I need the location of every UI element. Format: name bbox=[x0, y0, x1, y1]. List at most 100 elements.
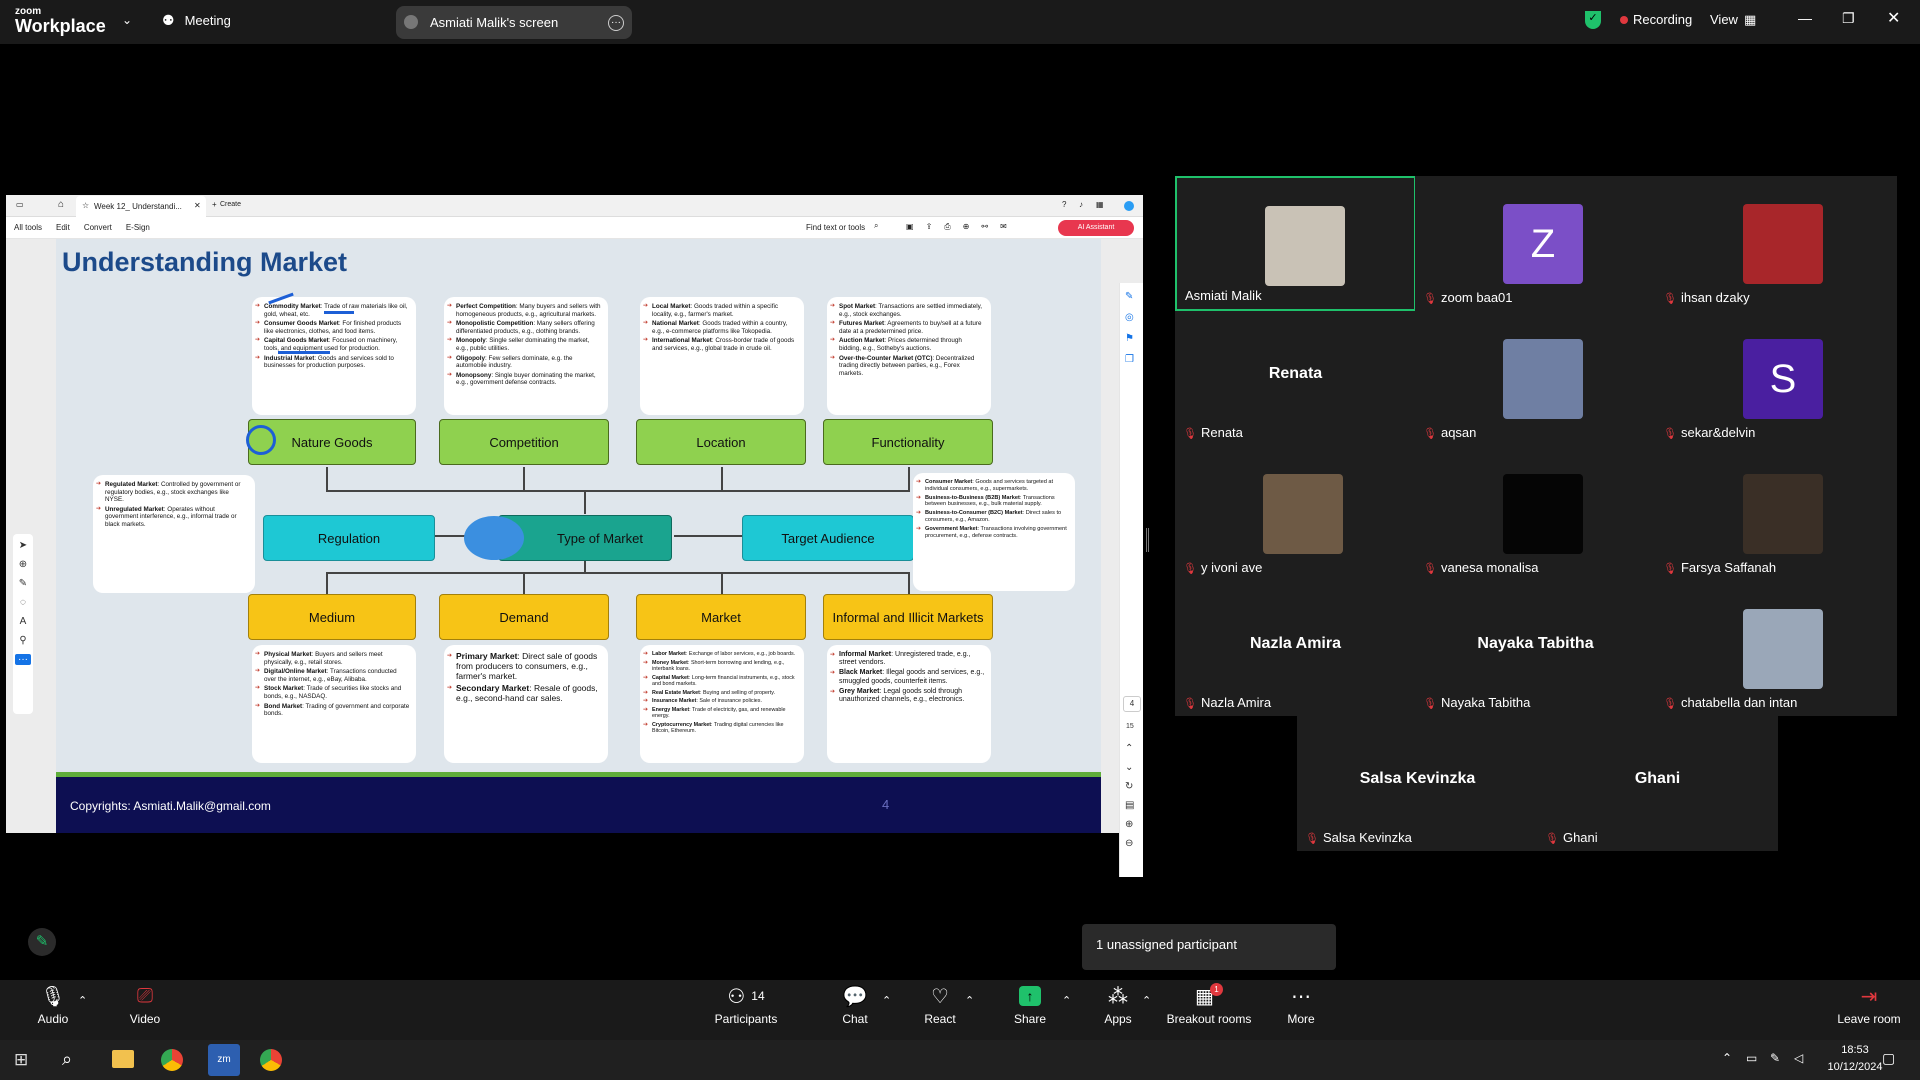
unassigned-participant-tooltip[interactable]: 1 unassigned participant bbox=[1082, 924, 1336, 970]
edit-icon[interactable]: ✎ bbox=[1125, 291, 1134, 302]
close-icon[interactable]: ✕ bbox=[1887, 8, 1900, 28]
note-term: International Market bbox=[652, 337, 712, 345]
participant-tile[interactable]: 🎙 chatabella dan intan bbox=[1655, 581, 1896, 716]
create-button[interactable]: Create bbox=[220, 201, 241, 208]
text-icon[interactable]: A bbox=[20, 616, 27, 627]
sidebar-toggle-icon[interactable]: ▭ bbox=[16, 200, 24, 209]
participant-tile[interactable]: Asmiati Malik bbox=[1175, 176, 1416, 311]
clock-date[interactable]: 10/12/2024 bbox=[1820, 1061, 1890, 1073]
help-icon[interactable]: ? bbox=[1062, 200, 1066, 209]
participant-tile[interactable]: Nayaka Tabitha 🎙 Nayaka Tabitha bbox=[1415, 581, 1656, 716]
share-label: Share bbox=[1013, 1012, 1047, 1026]
participant-tile[interactable]: 🎙 y ivoni ave bbox=[1175, 446, 1416, 581]
screen-share-indicator[interactable]: Asmiati Malik's screen ··· bbox=[396, 6, 632, 39]
participants-button[interactable]: ⚇ 14 Participants bbox=[712, 980, 780, 1040]
ai-assistant-button[interactable]: AI Assistant bbox=[1058, 220, 1134, 236]
leave-room-button[interactable]: ⇥ Leave room bbox=[1833, 980, 1905, 1040]
pen-tray-icon[interactable]: ✎ bbox=[1770, 1051, 1780, 1065]
refresh-icon[interactable]: ↻ bbox=[1125, 781, 1134, 792]
bookmark-icon[interactable]: ⚑ bbox=[1125, 333, 1134, 344]
pen-icon[interactable]: ✎ bbox=[19, 578, 27, 589]
restore-icon[interactable]: ❐ bbox=[1842, 10, 1855, 27]
save-icon[interactable]: ▣ bbox=[906, 222, 914, 232]
note-term: Government Market bbox=[925, 525, 978, 532]
tab-document[interactable]: ☆ Week 12_ Understandi... ✕ bbox=[76, 196, 206, 217]
menu-convert[interactable]: Convert bbox=[84, 223, 112, 232]
more-button[interactable]: ⋯ More bbox=[1276, 980, 1326, 1040]
document-icon[interactable]: ▤ bbox=[1125, 800, 1134, 811]
participant-tile[interactable]: 🎙 vanesa monalisa bbox=[1415, 446, 1656, 581]
video-button[interactable]: ⎚ Video bbox=[118, 980, 172, 1040]
participant-tile[interactable]: Z 🎙 zoom baa01 bbox=[1415, 176, 1656, 311]
chevron-up-icon[interactable]: ⌃ bbox=[78, 994, 87, 1007]
chevron-down-icon[interactable]: ⌄ bbox=[1125, 762, 1134, 773]
react-button[interactable]: ♡ React bbox=[915, 980, 965, 1040]
zoom-out-icon[interactable]: ⊖ bbox=[1125, 838, 1134, 849]
menu-edit[interactable]: Edit bbox=[56, 223, 70, 232]
file-explorer-icon[interactable] bbox=[112, 1050, 134, 1068]
chevron-down-icon[interactable]: ⌄ bbox=[122, 13, 132, 27]
bell-icon[interactable]: ♪ bbox=[1079, 200, 1083, 209]
windows-start-icon[interactable]: ⊞ bbox=[14, 1050, 28, 1070]
stamp-icon[interactable]: ⚲ bbox=[19, 635, 26, 646]
chevron-up-icon[interactable]: ⌃ bbox=[1125, 743, 1134, 754]
apps-icon[interactable]: ▦ bbox=[1096, 200, 1104, 209]
zoom-icon[interactable]: ⊕ bbox=[19, 559, 27, 570]
profile-icon[interactable] bbox=[1124, 201, 1134, 211]
chevron-up-icon[interactable]: ⌃ bbox=[1142, 994, 1151, 1007]
participant-tile[interactable]: Ghani 🎙 Ghani bbox=[1537, 716, 1778, 851]
notifications-icon[interactable]: ▢ bbox=[1882, 1050, 1895, 1067]
participant-tile[interactable]: Nazla Amira 🎙 Nazla Amira bbox=[1175, 581, 1416, 716]
page-input[interactable]: 4 bbox=[1123, 696, 1141, 712]
zoom-app-icon[interactable]: zm bbox=[208, 1044, 240, 1076]
share-icon[interactable]: ⊕ bbox=[963, 222, 970, 232]
lasso-icon[interactable]: ◌ bbox=[20, 597, 26, 608]
audio-button[interactable]: 🎙 Audio bbox=[26, 980, 80, 1040]
participant-tile[interactable]: 🎙 ihsan dzaky bbox=[1655, 176, 1896, 311]
location-box: Location bbox=[636, 419, 806, 465]
recording-label[interactable]: Recording bbox=[1633, 12, 1692, 27]
chrome-icon[interactable] bbox=[161, 1049, 183, 1071]
minimize-icon[interactable]: — bbox=[1798, 10, 1812, 26]
zoom-in-icon[interactable]: ⊕ bbox=[1125, 819, 1134, 830]
breakout-rooms-button[interactable]: ▦ 1 Breakout rooms bbox=[1162, 980, 1256, 1040]
annotate-pen-icon[interactable]: ✎ bbox=[28, 928, 56, 956]
shield-icon[interactable]: ✓ bbox=[1585, 11, 1601, 29]
close-tab-icon[interactable]: ✕ bbox=[194, 201, 201, 210]
participant-tile[interactable]: Renata 🎙 Renata bbox=[1175, 311, 1416, 446]
participant-tile[interactable]: 🎙 Farsya Saffanah bbox=[1655, 446, 1896, 581]
participant-tile[interactable]: Salsa Kevinzka 🎙 Salsa Kevinzka bbox=[1297, 716, 1538, 851]
search-icon[interactable]: ⌕ bbox=[874, 221, 878, 231]
home-icon[interactable]: ⌂ bbox=[58, 199, 64, 210]
view-button[interactable]: View bbox=[1710, 12, 1738, 27]
apps-button[interactable]: ⁂ Apps bbox=[1093, 980, 1143, 1040]
chevron-up-icon[interactable]: ⌃ bbox=[965, 994, 974, 1007]
upload-icon[interactable]: ⇪ bbox=[926, 222, 933, 232]
chevron-up-icon[interactable]: ⌃ bbox=[882, 994, 891, 1007]
comment-icon[interactable]: ◎ bbox=[1125, 312, 1134, 323]
chat-button[interactable]: 💬 Chat bbox=[830, 980, 880, 1040]
pages-icon[interactable]: ❐ bbox=[1125, 354, 1134, 365]
menu-all-tools[interactable]: All tools bbox=[14, 223, 42, 232]
share-button[interactable]: ↑ Share bbox=[1005, 980, 1055, 1040]
more-options-icon[interactable]: ··· bbox=[608, 15, 624, 31]
search-icon[interactable]: ⌕ bbox=[62, 1049, 72, 1070]
participant-tile[interactable]: S 🎙 sekar&delvin bbox=[1655, 311, 1896, 446]
network-icon[interactable]: ▭ bbox=[1746, 1051, 1757, 1065]
clock-time[interactable]: 18:53 bbox=[1820, 1044, 1890, 1056]
find-tools-input[interactable]: Find text or tools bbox=[806, 223, 865, 232]
participant-name: 🎙 sekar&delvin bbox=[1663, 425, 1755, 440]
chrome-icon[interactable] bbox=[260, 1049, 282, 1071]
participant-tile[interactable]: 🎙 aqsan bbox=[1415, 311, 1656, 446]
print-icon[interactable]: ⎙ bbox=[944, 222, 950, 232]
link-icon[interactable]: ⚯ bbox=[981, 222, 988, 232]
chevron-up-icon[interactable]: ⌃ bbox=[1062, 994, 1071, 1007]
menu-esign[interactable]: E-Sign bbox=[126, 223, 150, 232]
cursor-icon[interactable]: ➤ bbox=[19, 540, 27, 551]
split-handle[interactable] bbox=[1146, 528, 1149, 552]
more-tools-icon[interactable]: ··· bbox=[15, 654, 31, 665]
tray-chevron-icon[interactable]: ⌃ bbox=[1722, 1051, 1732, 1065]
meeting-menu[interactable]: ⚉ Meeting bbox=[162, 12, 231, 29]
mail-icon[interactable]: ✉ bbox=[1000, 222, 1007, 232]
volume-icon[interactable]: ◁ bbox=[1794, 1051, 1803, 1065]
